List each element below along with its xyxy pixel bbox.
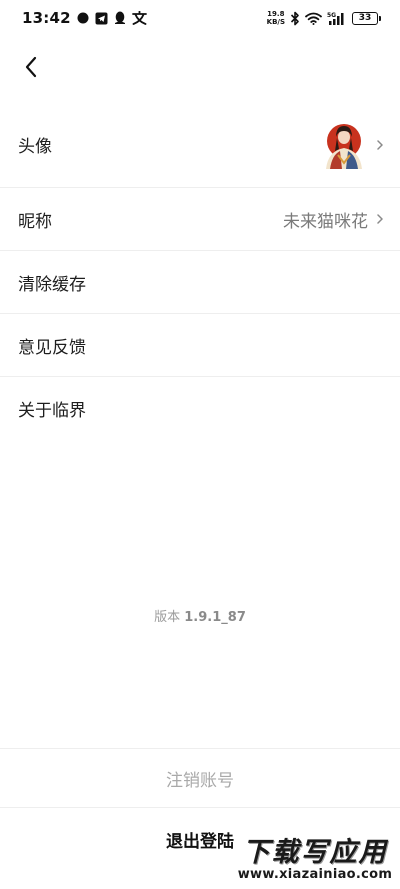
- qq-icon: [114, 11, 126, 25]
- row-label-clear-cache: 清除缓存: [18, 274, 86, 295]
- row-label-about: 关于临界: [18, 401, 86, 421]
- bluetooth-icon: [290, 11, 300, 26]
- row-label-feedback: 意见反馈: [18, 337, 86, 358]
- watermark-title: 下载写应用: [242, 837, 388, 868]
- signal-label: 5G: [327, 12, 336, 19]
- watermark-url: www.xiazainiao.com: [237, 867, 393, 882]
- battery-level: 33: [358, 13, 372, 23]
- wifi-icon: [305, 12, 322, 25]
- row-right-nickname: 未来猫咪花: [283, 207, 384, 232]
- chevron-right-icon: [376, 213, 384, 225]
- battery-indicator: 33: [352, 11, 381, 25]
- network-speed: 19.8 KB/S: [267, 10, 285, 26]
- row-label-avatar: 头像: [18, 137, 52, 157]
- signal-icon: 5G: [327, 11, 347, 25]
- avatar[interactable]: [320, 120, 368, 169]
- row-right-avatar: [320, 120, 384, 169]
- settings-row-clear-cache[interactable]: 清除缓存: [0, 251, 400, 314]
- network-speed-unit: KB/S: [266, 18, 285, 26]
- settings-row-nickname[interactable]: 昵称 未来猫咪花: [0, 188, 400, 251]
- record-dot-icon: [77, 12, 89, 24]
- status-bar: 13:42 19.8 KB/S 5G 33: [0, 0, 400, 36]
- version-prefix: 版本: [154, 610, 181, 625]
- version-text: 版本 1.9.1_87: [0, 606, 400, 625]
- cancel-account-button[interactable]: 注销账号: [0, 748, 400, 808]
- status-right: 19.8 KB/S 5G 33: [267, 10, 381, 26]
- nickname-value: 未来猫咪花: [283, 211, 368, 232]
- telegram-icon: [95, 12, 108, 25]
- chevron-left-icon: [25, 56, 37, 78]
- settings-row-about[interactable]: 关于临界: [0, 377, 400, 440]
- status-time: 13:42: [22, 9, 71, 27]
- network-speed-value: 19.8: [267, 10, 285, 18]
- watermark: 下载写应用 www.xiazainiao.com: [234, 832, 396, 888]
- status-left: 13:42: [22, 9, 147, 27]
- settings-row-avatar[interactable]: 头像: [0, 102, 400, 188]
- settings-row-feedback[interactable]: 意见反馈: [0, 314, 400, 377]
- row-label-nickname: 昵称: [18, 211, 52, 232]
- chevron-right-icon: [376, 139, 384, 151]
- back-button[interactable]: [14, 50, 48, 84]
- wen-char-icon: [131, 11, 147, 25]
- version-number: 1.9.1_87: [184, 610, 246, 625]
